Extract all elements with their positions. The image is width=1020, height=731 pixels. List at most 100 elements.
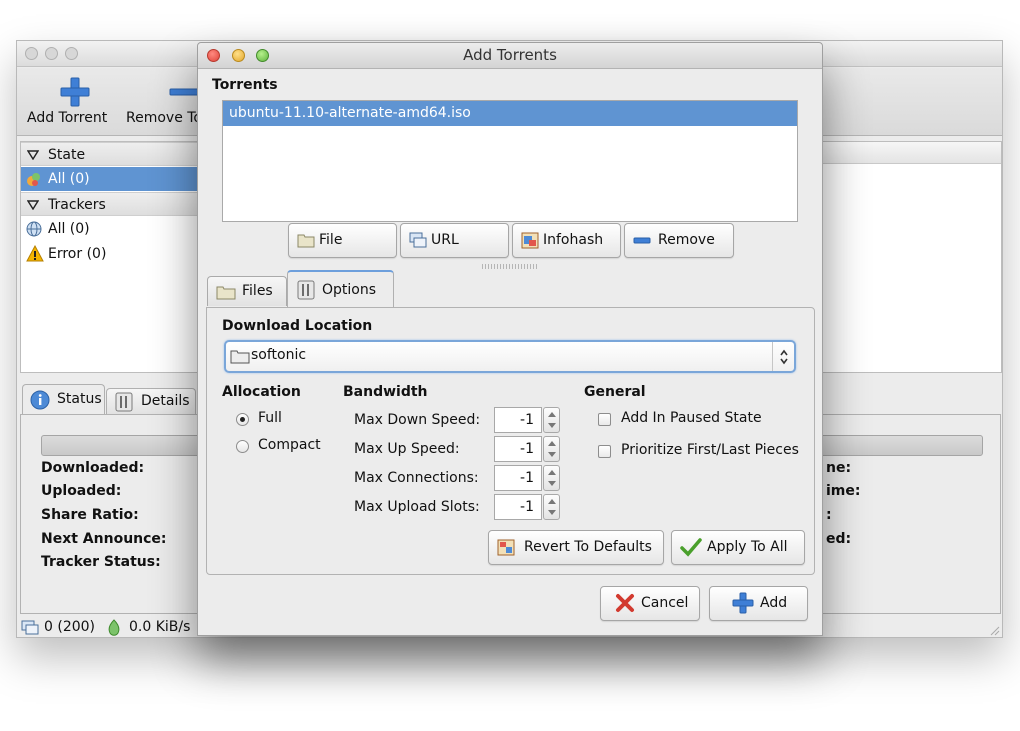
remove-torrent-label: Remove To: [126, 110, 203, 126]
prioritize-pieces-label[interactable]: Prioritize First/Last Pieces: [621, 442, 799, 458]
options-icon: [297, 280, 315, 300]
plus-icon: [732, 592, 754, 614]
share-ratio-label: Share Ratio:: [41, 507, 139, 523]
add-torrent-toolbar-button[interactable]: Add Torrent: [25, 68, 125, 136]
all-states-icon: [27, 173, 40, 186]
max-connections-label: Max Connections:: [354, 470, 479, 486]
zoom-button-inactive[interactable]: [65, 47, 78, 60]
add-file-button[interactable]: File: [288, 223, 397, 258]
add-torrents-dialog: Add Torrents Torrents ubuntu-11.10-alter…: [197, 42, 823, 636]
download-speed-icon[interactable]: [107, 619, 121, 637]
sidebar-header-trackers[interactable]: Trackers: [21, 192, 209, 216]
prioritize-pieces-checkbox[interactable]: [598, 445, 611, 458]
add-button-label: Add: [760, 595, 788, 611]
sidebar-item-trackers-error[interactable]: Error (0): [21, 242, 209, 266]
details-icon: [115, 392, 133, 412]
disclosure-triangle-icon: [27, 200, 39, 210]
sidebar-header-state[interactable]: State: [21, 142, 209, 166]
download-location-select[interactable]: softonic: [224, 340, 796, 373]
tab-details-label: Details: [141, 393, 190, 409]
add-url-button-label: URL: [431, 232, 459, 248]
allocation-label: Allocation: [222, 384, 301, 400]
add-infohash-button-label: Infohash: [543, 232, 604, 248]
sidebar-item-state-all-label: All (0): [48, 171, 90, 187]
sidebar-item-trackers-all[interactable]: All (0): [21, 217, 209, 241]
remove-torrent-button[interactable]: Remove: [624, 223, 734, 258]
resize-grip-icon[interactable]: [988, 624, 1000, 636]
sidebar-item-trackers-all-label: All (0): [48, 221, 90, 237]
max-connections-stepper[interactable]: [543, 465, 560, 491]
downloaded-label: Downloaded:: [41, 460, 145, 476]
bandwidth-label: Bandwidth: [343, 384, 428, 400]
info-icon: [30, 390, 50, 410]
allocation-compact-radio[interactable]: [236, 440, 249, 453]
torrent-list-pane: [822, 141, 1002, 373]
folder-icon: [297, 234, 315, 248]
revert-icon: [497, 539, 515, 556]
splitter-handle[interactable]: [482, 264, 538, 269]
remove-torrent-toolbar-button[interactable]: Remove To: [125, 68, 203, 136]
tab-files[interactable]: Files: [207, 276, 287, 306]
remove-torrent-button-label: Remove: [658, 232, 715, 248]
sidebar-item-state-all[interactable]: All (0): [21, 167, 209, 191]
add-paused-label[interactable]: Add In Paused State: [621, 410, 762, 426]
tab-files-label: Files: [242, 283, 273, 299]
close-button-inactive[interactable]: [25, 47, 38, 60]
apply-to-all-button[interactable]: Apply To All: [671, 530, 805, 565]
allocation-full-label[interactable]: Full: [258, 410, 282, 426]
right-field-2: ime:: [826, 483, 861, 499]
cancel-button[interactable]: Cancel: [600, 586, 700, 621]
tab-options-label: Options: [322, 282, 377, 298]
max-upload-slots-stepper[interactable]: [543, 494, 560, 520]
sidebar-item-trackers-error-label: Error (0): [48, 246, 107, 262]
allocation-full-radio[interactable]: [236, 413, 249, 426]
torrent-list[interactable]: ubuntu-11.10-alternate-amd64.iso: [222, 100, 798, 222]
download-location-label: Download Location: [222, 318, 373, 334]
right-field-4: ed:: [826, 531, 852, 547]
uploaded-label: Uploaded:: [41, 483, 122, 499]
folder-icon: [230, 350, 250, 364]
right-field-1: ne:: [826, 460, 852, 476]
add-url-button[interactable]: URL: [400, 223, 509, 258]
disclosure-triangle-icon: [27, 150, 39, 160]
allocation-compact-label[interactable]: Compact: [258, 437, 321, 453]
cancel-x-icon: [616, 594, 634, 612]
connections-count[interactable]: 0 (200): [44, 619, 95, 635]
max-down-speed-stepper[interactable]: [543, 407, 560, 433]
apply-to-all-label: Apply To All: [707, 539, 788, 555]
sidebar-header-trackers-label: Trackers: [48, 197, 106, 213]
tracker-status-label: Tracker Status:: [41, 554, 161, 570]
max-up-speed-stepper[interactable]: [543, 436, 560, 462]
max-connections-input[interactable]: -1: [494, 465, 542, 491]
minus-icon: [169, 88, 199, 96]
dialog-titlebar: Add Torrents: [198, 43, 822, 69]
minus-icon: [633, 237, 651, 244]
max-up-speed-input[interactable]: -1: [494, 436, 542, 462]
add-file-button-label: File: [319, 232, 343, 248]
torrent-list-item[interactable]: ubuntu-11.10-alternate-amd64.iso: [223, 101, 797, 126]
revert-to-defaults-button[interactable]: Revert To Defaults: [488, 530, 664, 565]
folder-icon: [216, 286, 236, 300]
filter-sidebar: State All (0) Trackers All (0) Error (0): [20, 141, 210, 373]
connections-icon[interactable]: [21, 620, 39, 636]
tab-status[interactable]: Status: [22, 384, 105, 414]
minimize-button-inactive[interactable]: [45, 47, 58, 60]
add-infohash-button[interactable]: Infohash: [512, 223, 621, 258]
warning-icon: [26, 245, 44, 262]
download-location-value: softonic: [251, 347, 307, 363]
select-divider: [772, 342, 773, 371]
max-up-speed-label: Max Up Speed:: [354, 441, 460, 457]
sidebar-header-state-label: State: [48, 147, 86, 163]
add-button[interactable]: Add: [709, 586, 808, 621]
add-paused-checkbox[interactable]: [598, 413, 611, 426]
max-down-speed-input[interactable]: -1: [494, 407, 542, 433]
revert-to-defaults-label: Revert To Defaults: [524, 539, 652, 555]
cancel-button-label: Cancel: [641, 595, 689, 611]
tab-details[interactable]: Details: [106, 388, 196, 414]
tab-options[interactable]: Options: [287, 270, 394, 307]
plus-icon: [60, 77, 90, 107]
next-announce-label: Next Announce:: [41, 531, 167, 547]
max-upload-slots-input[interactable]: -1: [494, 494, 542, 520]
download-speed[interactable]: 0.0 KiB/s: [129, 619, 190, 635]
add-torrent-label: Add Torrent: [27, 110, 108, 126]
